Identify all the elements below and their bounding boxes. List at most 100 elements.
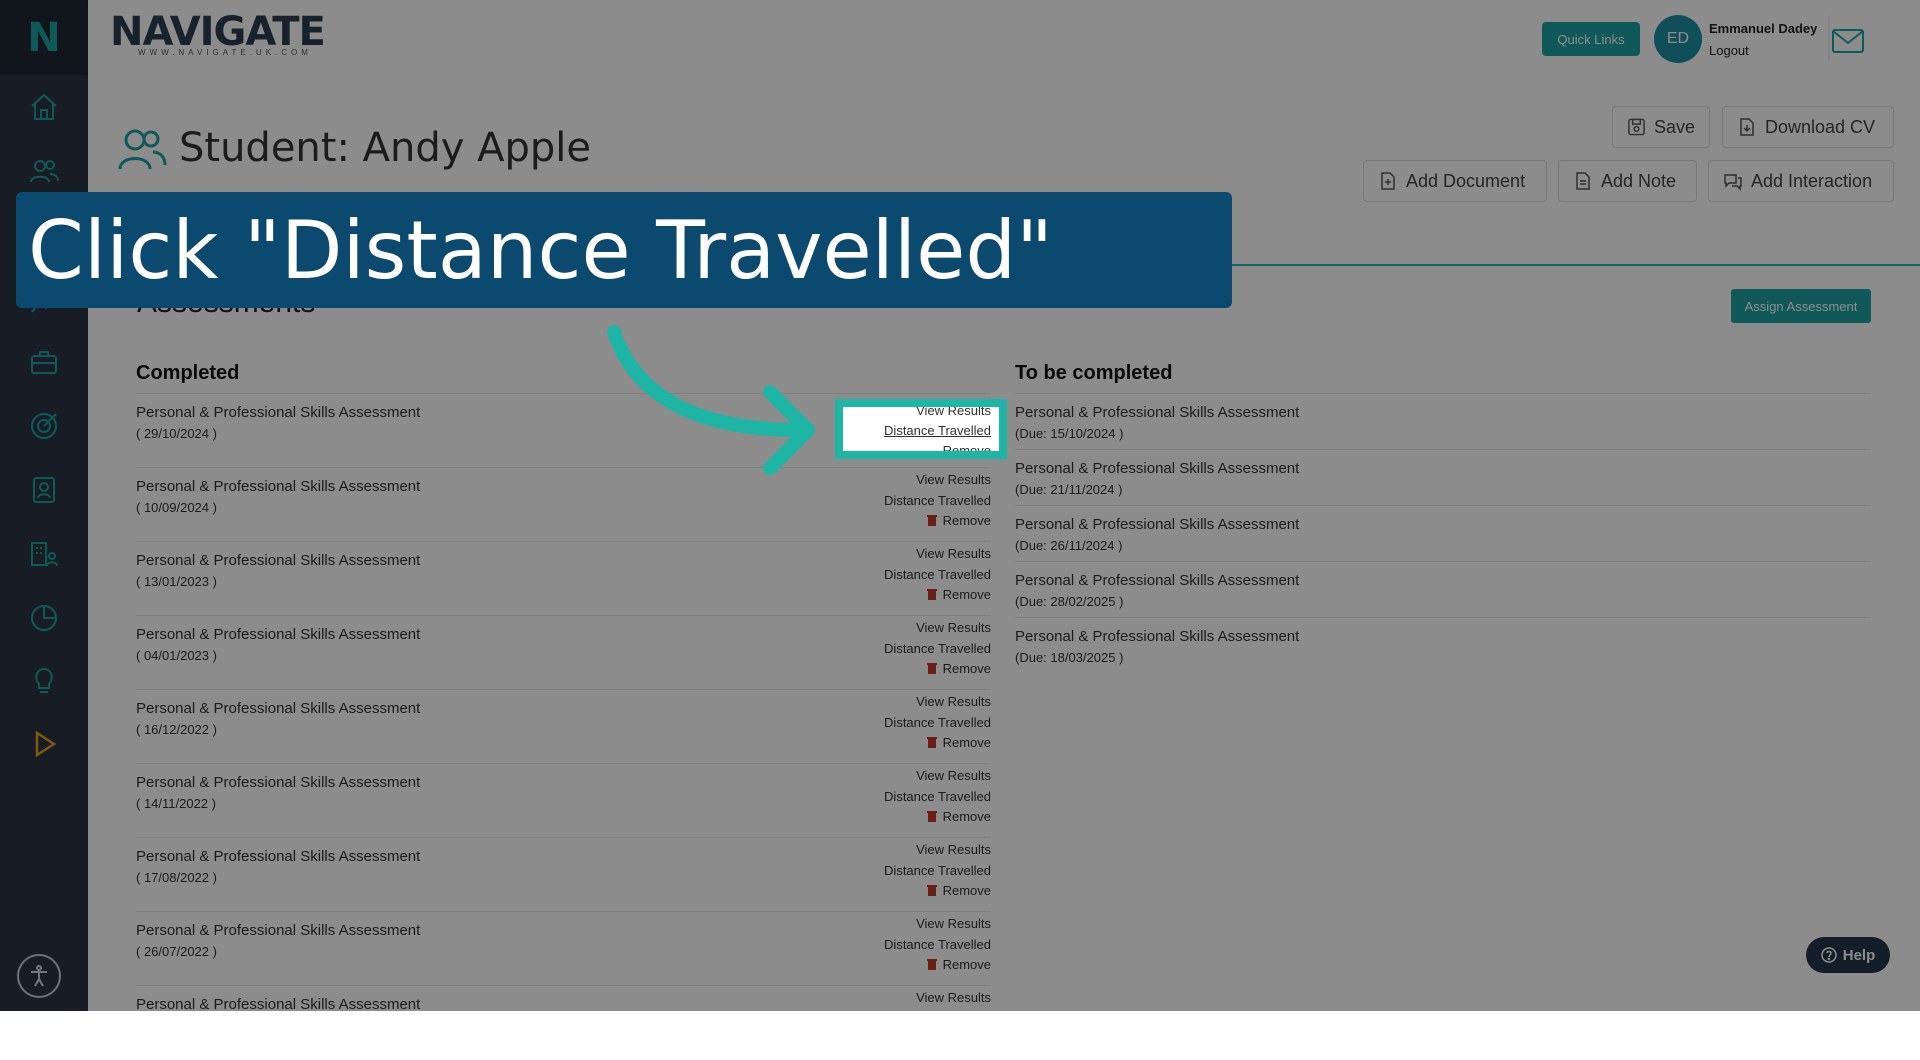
sidebar: N bbox=[0, 0, 88, 1011]
view-results-link[interactable]: View Results bbox=[916, 694, 991, 709]
to-be-completed-row[interactable]: Personal & Professional Skills Assessmen… bbox=[1015, 617, 1871, 674]
save-label: Save bbox=[1653, 116, 1695, 137]
remove-link[interactable]: Remove bbox=[926, 883, 991, 898]
add-document-icon bbox=[1381, 172, 1395, 190]
assessment-name: Personal & Professional Skills Assessmen… bbox=[1015, 516, 1300, 533]
avatar[interactable]: ED bbox=[1654, 15, 1702, 63]
remove-link[interactable]: Remove bbox=[926, 957, 991, 972]
building-people-icon[interactable] bbox=[22, 532, 66, 576]
save-button[interactable]: Save bbox=[1612, 106, 1710, 148]
users-icon[interactable] bbox=[22, 149, 66, 193]
view-results-link[interactable]: View Results bbox=[916, 768, 991, 783]
tutorial-arrow bbox=[607, 325, 815, 475]
trash-icon bbox=[926, 737, 937, 748]
play-icon[interactable] bbox=[22, 722, 66, 766]
home-icon[interactable] bbox=[22, 85, 66, 129]
accessibility-icon[interactable] bbox=[17, 954, 61, 998]
download-cv-label: Download CV bbox=[1765, 116, 1876, 137]
assessment-name: Personal & Professional Skills Assessmen… bbox=[136, 700, 421, 717]
completed-row: Personal & Professional Skills Assessmen… bbox=[136, 837, 991, 912]
view-results-link[interactable]: View Results bbox=[916, 620, 991, 635]
remove-label: Remove bbox=[942, 735, 991, 750]
view-results-link[interactable]: View Results bbox=[916, 916, 991, 931]
assessment-due-date: (Due: 28/02/2025 ) bbox=[1015, 594, 1124, 609]
brand-logo[interactable]: NAVIGATE WWW.NAVIGATE.UK.COM bbox=[110, 10, 326, 57]
view-results-link[interactable]: View Results bbox=[916, 546, 991, 561]
help-label: Help bbox=[1842, 946, 1876, 964]
assessment-name: Personal & Professional Skills Assessmen… bbox=[136, 922, 421, 939]
target-icon[interactable] bbox=[22, 404, 66, 448]
assessment-name: Personal & Professional Skills Assessmen… bbox=[136, 774, 421, 791]
distance-travelled-link[interactable]: Distance Travelled bbox=[884, 641, 991, 656]
distance-travelled-highlight[interactable]: View Results Distance Travelled Remove bbox=[835, 399, 1007, 459]
mail-icon[interactable] bbox=[1831, 28, 1865, 59]
remove-label: Remove bbox=[942, 513, 991, 528]
assessment-name: Personal & Professional Skills Assessmen… bbox=[1015, 404, 1300, 421]
pie-chart-icon[interactable] bbox=[22, 596, 66, 640]
distance-travelled-link[interactable]: Distance Travelled bbox=[884, 789, 991, 804]
assessment-name: Personal & Professional Skills Assessmen… bbox=[136, 478, 421, 495]
to-be-completed-row[interactable]: Personal & Professional Skills Assessmen… bbox=[1015, 393, 1871, 450]
header-divider bbox=[1828, 15, 1830, 60]
contact-card-icon[interactable] bbox=[22, 468, 66, 512]
tutorial-instruction-banner: Click "Distance Travelled" bbox=[16, 192, 1232, 308]
remove-link[interactable]: Remove bbox=[926, 513, 991, 528]
completed-heading: Completed bbox=[136, 362, 240, 384]
remove-label: Remove bbox=[942, 587, 991, 602]
assessment-name: Personal & Professional Skills Assessmen… bbox=[1015, 572, 1300, 589]
assessment-date: ( 17/08/2022 ) bbox=[136, 870, 217, 885]
top-bar: NAVIGATE WWW.NAVIGATE.UK.COM Quick Links… bbox=[88, 0, 1920, 75]
assessment-date: ( 04/01/2023 ) bbox=[136, 648, 217, 663]
briefcase-icon[interactable] bbox=[22, 340, 66, 384]
remove-link[interactable]: Remove bbox=[926, 661, 991, 676]
distance-travelled-link[interactable]: Distance Travelled bbox=[884, 715, 991, 730]
help-button[interactable]: Help bbox=[1806, 937, 1890, 973]
to-be-completed-row[interactable]: Personal & Professional Skills Assessmen… bbox=[1015, 505, 1871, 562]
add-note-label: Add Note bbox=[1601, 170, 1677, 191]
save-icon bbox=[1628, 118, 1645, 136]
view-results-link[interactable]: View Results bbox=[916, 990, 991, 1005]
chat-icon bbox=[1724, 174, 1742, 191]
add-document-label: Add Document bbox=[1406, 170, 1526, 191]
completed-row: Personal & Professional Skills Assessmen… bbox=[136, 911, 991, 986]
highlight-distance-travelled-link[interactable]: Distance Travelled bbox=[884, 423, 991, 438]
assessment-due-date: (Due: 21/11/2024 ) bbox=[1015, 482, 1123, 497]
add-interaction-label: Add Interaction bbox=[1751, 170, 1873, 191]
completed-row: Personal & Professional Skills Assessmen… bbox=[136, 615, 991, 690]
assessment-due-date: (Due: 18/03/2025 ) bbox=[1015, 650, 1124, 665]
remove-link[interactable]: Remove bbox=[926, 735, 991, 750]
page-title: Student: Andy Apple bbox=[179, 125, 592, 171]
add-interaction-button[interactable]: Add Interaction bbox=[1708, 160, 1894, 202]
download-cv-button[interactable]: Download CV bbox=[1722, 106, 1894, 148]
distance-travelled-link[interactable]: Distance Travelled bbox=[884, 493, 991, 508]
assessment-due-date: (Due: 15/10/2024 ) bbox=[1015, 426, 1124, 441]
distance-travelled-link[interactable]: Distance Travelled bbox=[884, 937, 991, 952]
help-icon bbox=[1820, 947, 1837, 963]
distance-travelled-link[interactable]: Distance Travelled bbox=[884, 567, 991, 582]
trash-icon bbox=[926, 589, 937, 600]
view-results-link[interactable]: View Results bbox=[916, 472, 991, 487]
completed-row: Personal & Professional Skills Assessmen… bbox=[136, 763, 991, 838]
assessment-name: Personal & Professional Skills Assessmen… bbox=[1015, 460, 1300, 477]
add-note-button[interactable]: Add Note bbox=[1558, 160, 1697, 202]
assessment-date: ( 16/12/2022 ) bbox=[136, 722, 217, 737]
download-icon bbox=[1740, 118, 1754, 136]
assign-assessment-button[interactable]: Assign Assessment bbox=[1731, 289, 1871, 323]
remove-label: Remove bbox=[942, 809, 991, 824]
sidebar-logo[interactable]: N bbox=[0, 0, 88, 75]
distance-travelled-link[interactable]: Distance Travelled bbox=[884, 863, 991, 878]
logout-link[interactable]: Logout bbox=[1709, 43, 1749, 58]
view-results-link[interactable]: View Results bbox=[916, 842, 991, 857]
completed-row: Personal & Professional Skills Assessmen… bbox=[136, 467, 991, 542]
to-be-completed-row[interactable]: Personal & Professional Skills Assessmen… bbox=[1015, 449, 1871, 506]
brand-url: WWW.NAVIGATE.UK.COM bbox=[138, 48, 312, 57]
lightbulb-icon[interactable] bbox=[22, 658, 66, 702]
to-be-completed-row[interactable]: Personal & Professional Skills Assessmen… bbox=[1015, 561, 1871, 618]
trash-icon bbox=[926, 959, 937, 970]
quick-links-button[interactable]: Quick Links bbox=[1542, 22, 1640, 56]
student-users-icon bbox=[117, 127, 167, 178]
add-document-button[interactable]: Add Document bbox=[1363, 160, 1547, 202]
remove-link[interactable]: Remove bbox=[926, 809, 991, 824]
remove-label: Remove bbox=[942, 661, 991, 676]
remove-link[interactable]: Remove bbox=[926, 587, 991, 602]
